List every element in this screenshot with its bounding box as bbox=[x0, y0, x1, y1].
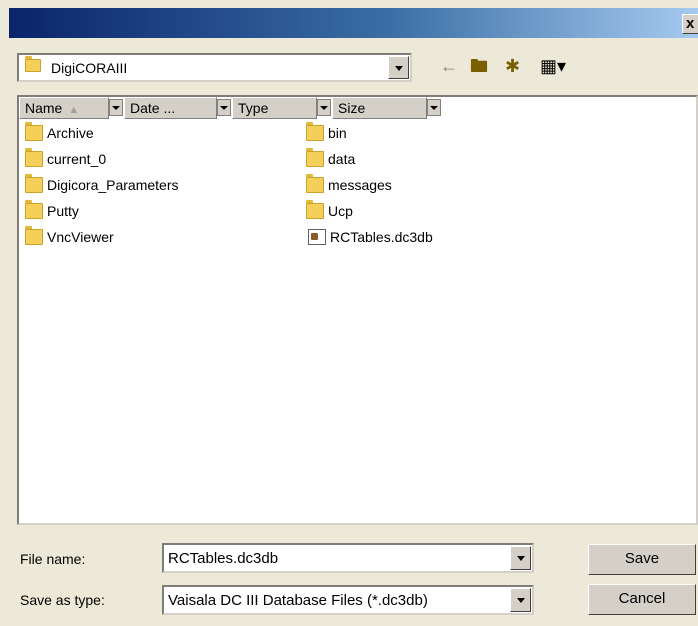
filename-value: RCTables.dc3db bbox=[168, 550, 279, 567]
cancel-button[interactable]: Cancel bbox=[588, 584, 696, 615]
column-filter-button[interactable] bbox=[217, 99, 231, 116]
list-item-label: Digicora_Parameters bbox=[47, 177, 179, 193]
filename-field[interactable]: RCTables.dc3db bbox=[162, 543, 534, 573]
column-filter-button[interactable] bbox=[317, 99, 331, 116]
chevron-down-icon[interactable] bbox=[510, 546, 531, 570]
list-item[interactable]: messages bbox=[306, 174, 392, 195]
list-item[interactable]: RCTables.dc3db bbox=[308, 227, 433, 247]
save-button[interactable]: Save bbox=[588, 544, 696, 575]
column-label: Size bbox=[338, 100, 366, 116]
list-item[interactable]: data bbox=[306, 148, 356, 169]
savetype-dropdown[interactable]: Vaisala DC III Database Files (*.dc3db) bbox=[162, 585, 534, 615]
new-folder-icon[interactable]: ✱ bbox=[505, 56, 520, 76]
list-item[interactable]: Digicora_Parameters bbox=[25, 174, 179, 195]
list-item-label: Ucp bbox=[328, 203, 353, 219]
sort-up-icon: ▲ bbox=[68, 104, 80, 116]
savetype-label: Save as type: bbox=[20, 592, 105, 608]
title-bar bbox=[9, 8, 698, 38]
column-label: Date ... bbox=[130, 100, 176, 116]
list-item[interactable]: VncViewer bbox=[25, 226, 114, 247]
folder-icon bbox=[25, 122, 43, 141]
list-item-label: Putty bbox=[47, 203, 79, 219]
folder-icon bbox=[25, 226, 43, 245]
list-item-label: bin bbox=[328, 125, 347, 141]
chevron-down-icon[interactable] bbox=[388, 56, 409, 79]
folder-icon bbox=[25, 56, 41, 72]
list-item[interactable]: Ucp bbox=[306, 200, 353, 221]
savetype-value: Vaisala DC III Database Files (*.dc3db) bbox=[168, 592, 428, 609]
list-item-label: Archive bbox=[47, 125, 94, 141]
back-arrow-icon[interactable]: ← bbox=[440, 56, 458, 76]
chevron-down-icon[interactable] bbox=[510, 588, 531, 612]
list-item[interactable]: bin bbox=[306, 122, 347, 143]
folder-icon bbox=[306, 122, 324, 141]
folder-icon bbox=[25, 148, 43, 167]
view-menu-icon[interactable]: ▦▾ bbox=[540, 56, 566, 76]
folder-icon bbox=[25, 174, 43, 193]
look-in-value: DigiCORAIII bbox=[51, 60, 128, 76]
column-filter-button[interactable] bbox=[427, 99, 441, 116]
list-item[interactable]: Putty bbox=[25, 200, 79, 221]
column-header-date[interactable]: Date ... bbox=[124, 97, 217, 119]
list-item-label: RCTables.dc3db bbox=[330, 229, 433, 245]
column-header-name[interactable]: Name ▲ bbox=[19, 97, 109, 119]
up-folder-icon[interactable]: 🖿 bbox=[470, 56, 488, 76]
column-header-type[interactable]: Type bbox=[232, 97, 317, 119]
filename-label: File name: bbox=[20, 551, 86, 567]
column-header-size[interactable]: Size bbox=[332, 97, 427, 119]
folder-icon bbox=[306, 148, 324, 167]
look-in-dropdown[interactable]: DigiCORAIII bbox=[17, 53, 412, 82]
column-label: Type bbox=[238, 100, 269, 116]
close-button[interactable]: x bbox=[682, 14, 698, 34]
folder-icon bbox=[306, 174, 324, 193]
column-filter-button[interactable] bbox=[109, 99, 123, 116]
list-item-label: data bbox=[328, 151, 356, 167]
column-label: Name bbox=[25, 100, 63, 116]
file-list[interactable]: Name ▲ Date ... Type Size Archive current… bbox=[17, 95, 698, 525]
list-item[interactable]: Archive bbox=[25, 122, 94, 143]
folder-icon bbox=[25, 200, 43, 219]
list-item[interactable]: current_0 bbox=[25, 148, 107, 169]
list-item-label: current_0 bbox=[47, 151, 107, 167]
folder-icon bbox=[306, 200, 324, 219]
list-item-label: messages bbox=[328, 177, 392, 193]
list-item-label: VncViewer bbox=[47, 229, 114, 245]
database-file-icon bbox=[308, 229, 326, 245]
